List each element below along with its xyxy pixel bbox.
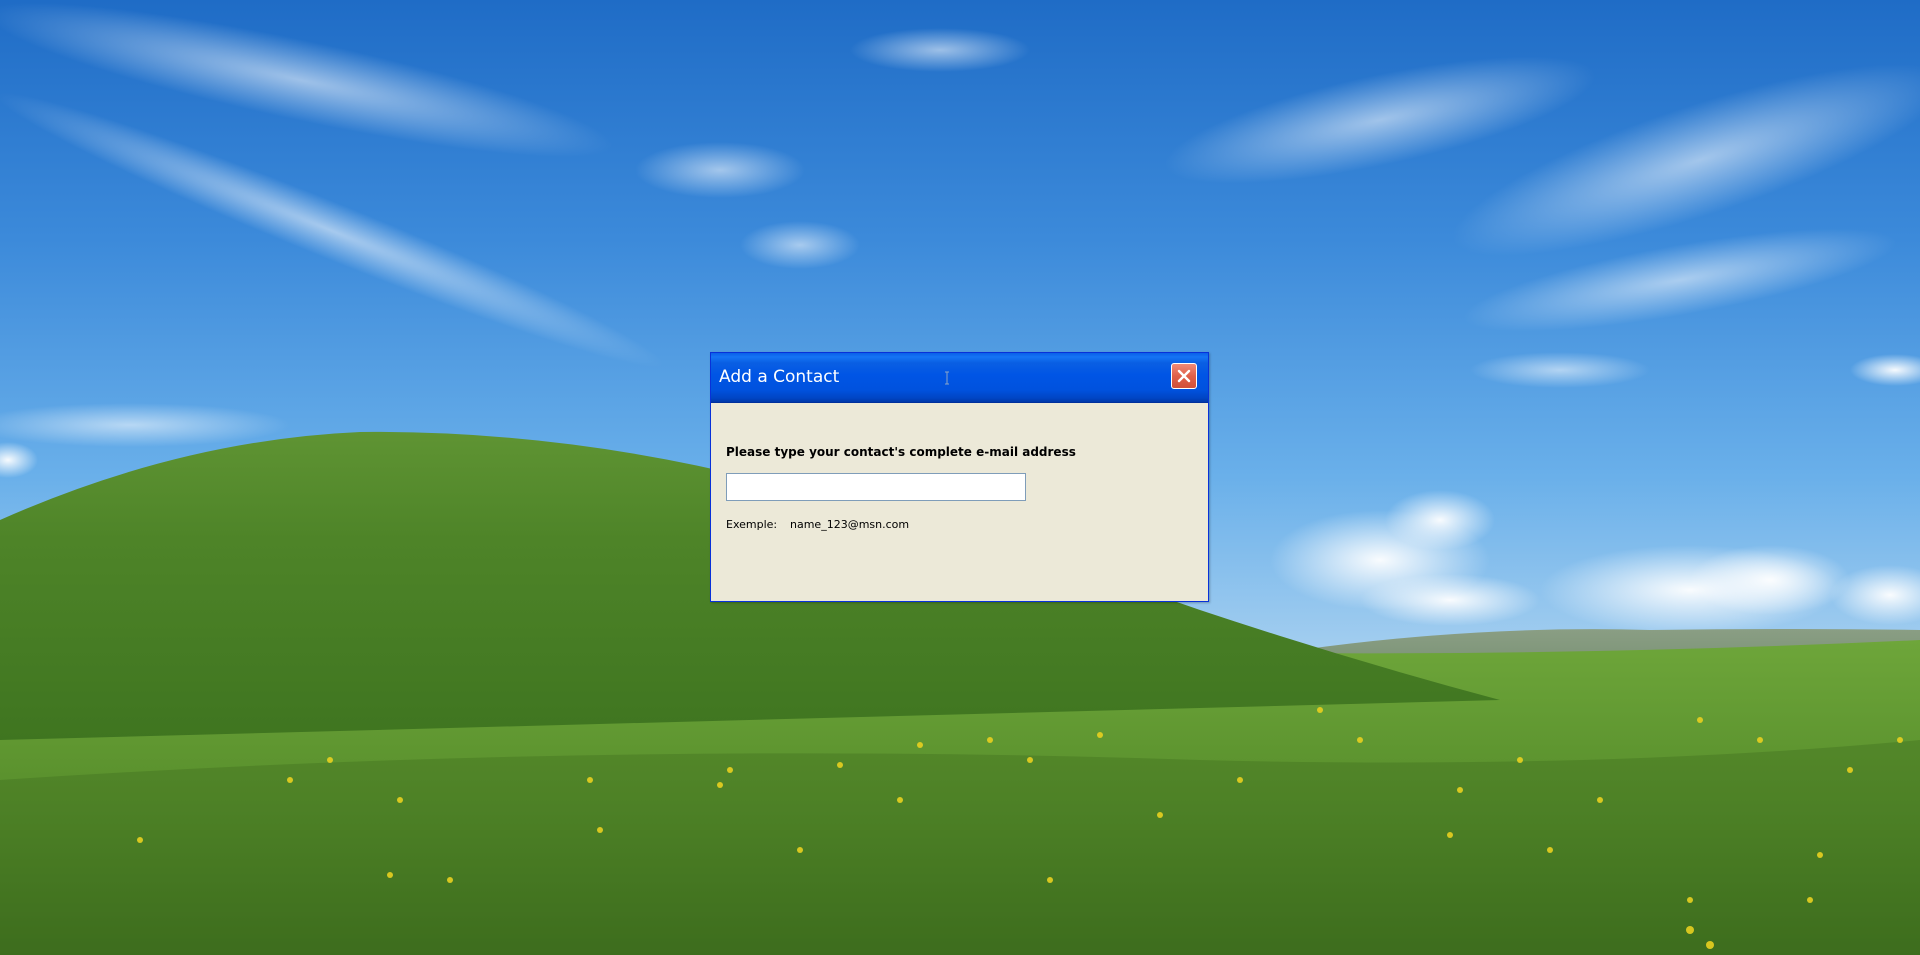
email-address-input[interactable] [726, 473, 1026, 501]
dialog-content: Please type your contact's complete e-ma… [711, 403, 1208, 601]
dialog-title: Add a Contact [719, 367, 840, 387]
example-label: Exemple: [726, 518, 778, 531]
close-button[interactable] [1171, 363, 1197, 389]
close-x-icon [1177, 369, 1191, 383]
dialog-title-bar[interactable]: Add a Contact [711, 353, 1208, 403]
example-email-value: name_123@msn.com [790, 518, 910, 531]
text-cursor-icon [945, 371, 949, 385]
add-contact-dialog: Add a Contact Please type your contact's… [710, 352, 1209, 602]
email-prompt-label: Please type your contact's complete e-ma… [726, 445, 1076, 459]
